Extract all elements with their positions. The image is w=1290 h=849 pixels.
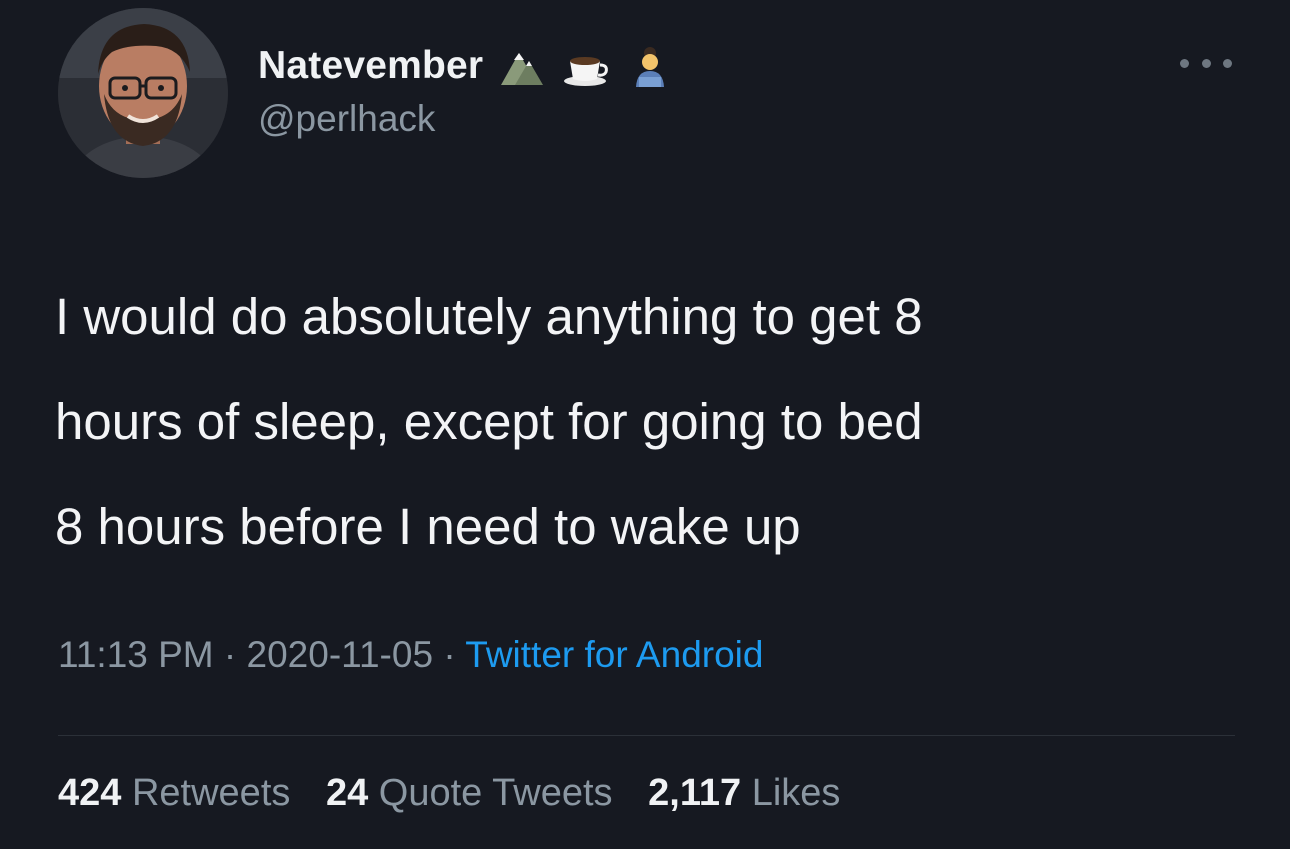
tweet-time[interactable]: 11:13 PM [58,634,214,675]
likes-label: Likes [751,772,841,814]
retweets-count: 424 [58,772,122,814]
person-icon [625,43,675,89]
retweets-stat[interactable]: 424 Retweets [58,772,290,815]
tweet-text: I would do absolutely anything to get 8 … [55,288,923,555]
tweet-source-link[interactable]: Twitter for Android [465,634,763,675]
more-options-icon[interactable] [1180,52,1232,74]
divider [58,735,1235,736]
quote-tweets-stat[interactable]: 24 Quote Tweets [326,772,613,815]
meta-separator: · [223,634,237,675]
author-block: Natevember @perlhack [258,40,675,140]
tweet-stats: 424 Retweets 24 Quote Tweets 2,117 Likes [58,772,865,815]
tweet-meta: 11:13 PM · 2020-11-05 · Twitter for Andr… [58,634,763,676]
tweet-date[interactable]: 2020-11-05 [247,634,434,675]
likes-stat[interactable]: 2,117 Likes [648,772,840,815]
likes-count: 2,117 [648,772,742,814]
display-name[interactable]: Natevember [258,44,483,88]
coffee-icon [561,43,611,89]
display-name-row: Natevember [258,40,675,92]
avatar[interactable] [58,8,228,178]
meta-separator: · [443,634,456,675]
retweets-label: Retweets [131,772,291,814]
handle[interactable]: @perlhack [258,98,675,140]
tweet-card: Natevember @perlhack I would do absolute… [0,0,1290,849]
quote-tweets-count: 24 [325,772,369,814]
quote-tweets-label: Quote Tweets [378,772,613,814]
mountain-icon [497,43,547,89]
